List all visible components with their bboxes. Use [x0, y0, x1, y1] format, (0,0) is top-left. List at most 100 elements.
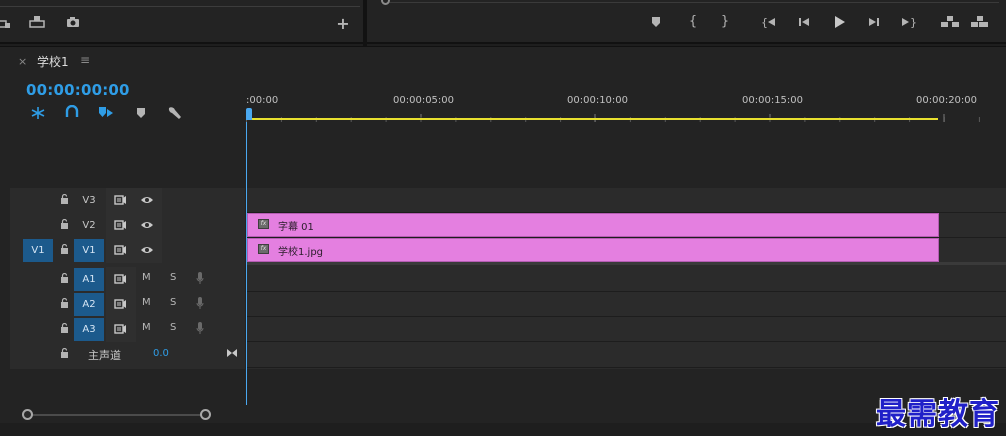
- microphone-icon[interactable]: [196, 272, 204, 285]
- track-divider: [246, 291, 1006, 292]
- track-name-v1[interactable]: V1: [74, 239, 104, 262]
- ruler-label: 00:00:10:00: [567, 95, 629, 106]
- lock-icon[interactable]: [60, 298, 69, 308]
- program-monitor-controls: { } { }: [367, 0, 1006, 44]
- time-ruler[interactable]: :00:00 00:00:05:00 00:00:10:00 00:00:15:…: [246, 75, 1006, 122]
- zoom-scroll-right-knob[interactable]: [200, 409, 211, 420]
- mark-in-icon[interactable]: {: [683, 14, 703, 30]
- program-monitor-rule: [387, 2, 999, 3]
- play-icon[interactable]: [829, 15, 849, 31]
- track-name-a3[interactable]: A3: [74, 318, 104, 341]
- playhead-line[interactable]: [246, 122, 247, 412]
- track-header-a2: A2 M S: [10, 292, 245, 317]
- ruler-label: 00:00:15:00: [742, 95, 804, 106]
- fx-badge-icon: fx: [258, 244, 269, 254]
- track-name-a2[interactable]: A2: [74, 293, 104, 316]
- timeline-zoom-scrollbar[interactable]: [0, 405, 1006, 423]
- solo-button[interactable]: S: [170, 272, 176, 283]
- add-button-icon[interactable]: +: [333, 16, 353, 32]
- track-name-a1[interactable]: A1: [74, 268, 104, 291]
- track-divider: [246, 341, 1006, 342]
- solo-button[interactable]: S: [170, 297, 176, 308]
- eye-icon[interactable]: [140, 245, 154, 255]
- mute-button[interactable]: M: [142, 322, 151, 333]
- lock-icon[interactable]: [60, 273, 69, 283]
- track-header-master: 主声道 0.0: [10, 342, 245, 367]
- mute-button[interactable]: M: [142, 272, 151, 283]
- sync-lock-icon[interactable]: [114, 324, 127, 334]
- track-header-v1: V1 V1: [10, 238, 245, 263]
- panel-bottom-edge: [0, 423, 1006, 436]
- export-frame-icon[interactable]: [27, 15, 47, 31]
- ruler-label: 00:00:05:00: [393, 95, 455, 106]
- av-divider: [246, 262, 1006, 265]
- mute-button[interactable]: M: [142, 297, 151, 308]
- microphone-icon[interactable]: [196, 322, 204, 335]
- sync-lock-icon[interactable]: [114, 274, 127, 284]
- playhead-timecode[interactable]: 00:00:00:00: [26, 81, 130, 99]
- sync-lock-icon[interactable]: [114, 220, 127, 230]
- tab-close-icon[interactable]: ×: [18, 55, 27, 68]
- track-divider: [246, 367, 1006, 368]
- timeline-tab-bar: × 学校1 ≡: [0, 47, 1006, 75]
- eye-icon[interactable]: [140, 220, 154, 230]
- zoom-scroll-track[interactable]: [28, 414, 208, 416]
- clip-label: 学校1.jpg: [278, 247, 324, 258]
- go-to-in-icon[interactable]: {: [760, 15, 780, 31]
- track-header-v3: V3: [10, 188, 245, 213]
- clip-label: 字幕 01: [278, 222, 314, 233]
- lift-icon[interactable]: [940, 15, 960, 31]
- timeline-panel: × 学校1 ≡ 00:00:00:00 :00:00 00:00:05:00 0…: [0, 46, 1006, 436]
- lock-icon[interactable]: [60, 323, 69, 333]
- sync-lock-icon[interactable]: [114, 245, 127, 255]
- sequence-tab-title[interactable]: 学校1: [37, 53, 69, 70]
- step-back-icon[interactable]: [794, 15, 814, 31]
- track-header-a1: A1 M S: [10, 267, 245, 292]
- audio-tracks-area[interactable]: [246, 266, 1006, 369]
- master-volume-value[interactable]: 0.0: [153, 348, 169, 359]
- source-patch-v1[interactable]: V1: [23, 239, 53, 262]
- work-area-bar[interactable]: [246, 118, 938, 120]
- solo-button[interactable]: S: [170, 322, 176, 333]
- playhead-handle[interactable]: [246, 108, 252, 120]
- marker-icon[interactable]: [132, 105, 150, 121]
- ruler-label: 00:00:20:00: [916, 95, 978, 106]
- insert-icon[interactable]: [0, 16, 14, 32]
- sync-lock-icon[interactable]: [114, 299, 127, 309]
- source-monitor-controls: +: [0, 0, 363, 44]
- track-header-v2: V2: [10, 213, 245, 238]
- sync-lock-icon[interactable]: [114, 195, 127, 205]
- eye-icon[interactable]: [140, 195, 154, 205]
- track-divider: [246, 316, 1006, 317]
- master-bowtie-icon[interactable]: [226, 348, 238, 358]
- microphone-icon[interactable]: [196, 297, 204, 310]
- camera-icon[interactable]: [63, 15, 83, 31]
- ruler-label: :00:00: [246, 95, 279, 106]
- track-header-a3: A3 M S: [10, 317, 245, 342]
- tab-menu-icon[interactable]: ≡: [80, 53, 90, 67]
- svg-text:}: }: [910, 16, 917, 29]
- lock-icon[interactable]: [60, 348, 69, 358]
- track-name-v2[interactable]: V2: [74, 214, 104, 237]
- step-forward-icon[interactable]: [864, 15, 884, 31]
- go-to-out-icon[interactable]: }: [898, 15, 918, 31]
- source-monitor-rule: [0, 6, 360, 7]
- mark-out-icon[interactable]: }: [715, 14, 735, 30]
- snap-icon[interactable]: [29, 105, 47, 121]
- add-marker-icon[interactable]: [646, 15, 666, 31]
- master-track-label: 主声道: [88, 349, 121, 362]
- clip-school-image[interactable]: fx 学校1.jpg: [247, 238, 939, 262]
- lock-icon[interactable]: [60, 244, 69, 254]
- lock-icon[interactable]: [60, 219, 69, 229]
- extract-icon[interactable]: [970, 15, 990, 31]
- program-playhead-knob[interactable]: [381, 0, 390, 5]
- add-marker-icon[interactable]: [97, 105, 115, 121]
- fx-badge-icon: fx: [258, 219, 269, 229]
- zoom-scroll-left-knob[interactable]: [22, 409, 33, 420]
- wrench-icon[interactable]: [166, 105, 184, 121]
- svg-text:{: {: [761, 16, 768, 29]
- lock-icon[interactable]: [60, 194, 69, 204]
- track-name-v3[interactable]: V3: [74, 189, 104, 212]
- clip-title-01[interactable]: fx 字幕 01: [247, 213, 939, 237]
- linked-selection-icon[interactable]: [63, 104, 81, 121]
